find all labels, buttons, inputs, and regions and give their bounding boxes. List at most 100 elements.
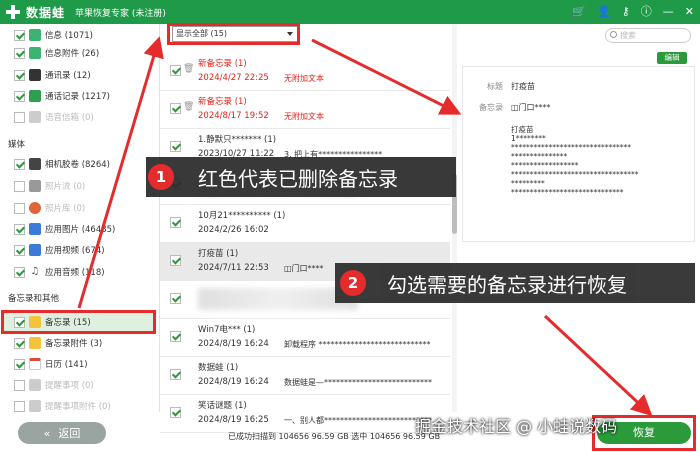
sidebar-item-label: 语音信箱 (0) — [45, 113, 94, 123]
close-icon[interactable]: ✕ — [685, 4, 694, 20]
title-value: 打疫苗 — [511, 82, 535, 91]
memo-list-row[interactable]: 🗑 新备忘录 (1) 2024/4/27 22:25 无附加文本 — [160, 52, 450, 91]
memo-list-row[interactable]: Win7电*** (1) 2024/8/19 16:24 卸载程序 ********… — [160, 318, 450, 357]
sidebar-item-photo-library[interactable]: 照片库 (0) — [14, 199, 156, 217]
checkbox[interactable] — [14, 223, 25, 235]
row-checkbox[interactable] — [170, 369, 181, 380]
reminder-attachment-icon — [29, 400, 41, 412]
cart-icon[interactable]: 🛒 — [572, 4, 586, 20]
sidebar-item-label: 相机胶卷 (8264) — [45, 160, 110, 170]
checkbox[interactable] — [14, 69, 25, 81]
sidebar-item-photo-stream[interactable]: 照片流 (0) — [14, 177, 156, 195]
info-icon[interactable]: ⓘ — [641, 4, 652, 20]
row-checkbox[interactable] — [170, 293, 181, 304]
sidebar-item-camera-roll[interactable]: 相机胶卷 (8264) — [14, 155, 156, 173]
memo-list-row[interactable]: 笑话谜题 (1) 2024/8/19 16:25 一、别人都************… — [160, 394, 450, 433]
sidebar-item-note-attachments[interactable]: 备忘录附件 (3) — [14, 334, 156, 352]
sidebar-item-app-audio[interactable]: ♫ 应用音频 (118) — [14, 263, 156, 281]
back-button[interactable]: « 返回 — [18, 422, 106, 444]
sidebar-item-reminders[interactable]: 提醒事项 (0) — [14, 376, 156, 394]
sidebar-item-message-attachments[interactable]: 信息附件 (26) — [14, 44, 156, 62]
memo-date: 2024/2/26 16:02 — [198, 225, 269, 235]
memo-date: 2024/8/19 16:25 — [198, 415, 269, 425]
highlight-filter-dropdown — [167, 23, 300, 45]
watermark: 掘金技术社区 @ 小蛙说数码 — [415, 417, 618, 436]
title-key: 标题 — [487, 82, 503, 91]
memo-date: 2024/8/19 16:24 — [198, 339, 269, 349]
sidebar-item-contacts[interactable]: 通讯录 (12) — [14, 66, 156, 84]
blurred-content — [198, 288, 358, 310]
checkbox[interactable] — [14, 47, 25, 59]
minimize-icon[interactable]: — — [663, 4, 674, 20]
sidebar-item-calendar[interactable]: 日历 (141) — [14, 355, 156, 373]
edit-button[interactable]: 编辑 — [657, 52, 687, 64]
checkbox[interactable] — [14, 266, 25, 278]
memo-title: 1.静默只******* (1) — [198, 135, 277, 145]
sidebar-item-label: 通话记录 (1217) — [45, 92, 110, 102]
memo-list-panel: 显示全部 (15) 🗑 新备忘录 (1) 2024/4/27 22:25 无附加文本 🗑… — [160, 24, 458, 433]
double-chevron-left-icon: « — [43, 426, 51, 440]
list-scrollbar[interactable] — [452, 24, 457, 412]
sidebar-item-label: 提醒事项附件 (0) — [45, 402, 111, 412]
sidebar-item-app-photos[interactable]: 应用图片 (46435) — [14, 220, 156, 238]
row-checkbox[interactable] — [170, 103, 181, 114]
memo-date: 2024/4/27 22:25 — [198, 73, 269, 83]
photos-icon — [29, 202, 41, 214]
checkbox[interactable] — [14, 29, 25, 41]
step-badge-1: 1 — [148, 164, 174, 190]
row-checkbox[interactable] — [170, 255, 181, 266]
memo-key: 备忘录 — [479, 103, 503, 112]
user-icon[interactable]: 👤 — [597, 4, 611, 20]
checkbox[interactable] — [14, 244, 25, 256]
memo-preview: 数据蛙是—*************************** — [284, 378, 432, 387]
row-checkbox[interactable] — [170, 141, 181, 152]
memo-list-row[interactable]: 10月21********** (1) 2024/2/26 16:02 — [160, 204, 450, 243]
search-input[interactable]: 搜索 — [605, 28, 691, 43]
row-checkbox[interactable] — [170, 331, 181, 342]
checkbox[interactable] — [14, 337, 25, 349]
note-attachment-icon — [29, 337, 41, 349]
photo-stream-icon — [29, 180, 41, 192]
row-checkbox[interactable] — [170, 65, 181, 76]
checkbox[interactable] — [14, 202, 25, 214]
sidebar-item-call-history[interactable]: 通话记录 (1217) — [14, 87, 156, 105]
step-badge-2: 2 — [340, 270, 366, 296]
sidebar-item-voicemail[interactable]: 语音信箱 (0) — [14, 108, 156, 126]
checkbox[interactable] — [14, 379, 25, 391]
contacts-icon — [29, 69, 41, 81]
memo-title: 打疫苗 (1) — [198, 249, 239, 259]
row-checkbox[interactable] — [170, 407, 181, 418]
sidebar-item-label: 备忘录附件 (3) — [45, 339, 103, 349]
memo-list-row[interactable]: 🗑 新备忘录 (1) 2024/8/17 19:52 无附加文本 — [160, 90, 450, 129]
callout-deleted-notes-text: 红色代表已删除备忘录 — [198, 166, 398, 191]
checkbox[interactable] — [14, 358, 25, 370]
checkbox[interactable] — [14, 400, 25, 412]
memo-title: 10月21********** (1) — [198, 211, 286, 221]
callout-deleted-notes: 红色代表已删除备忘录 — [146, 157, 456, 197]
checkbox[interactable] — [14, 180, 25, 192]
memo-preview: 一、别人都*************************** — [284, 416, 432, 425]
app-logo — [6, 5, 20, 19]
app-title: 苹果恢复专家 (未注册) — [75, 8, 166, 19]
memo-title: 新备忘录 (1) — [198, 97, 247, 107]
memo-title: 笑话谜题 (1) — [198, 401, 247, 411]
sidebar-item-label: 照片流 (0) — [45, 182, 86, 192]
row-checkbox[interactable] — [170, 217, 181, 228]
sidebar-item-messages[interactable]: 信息 (1071) — [14, 26, 156, 44]
key-icon[interactable]: ⚷ — [622, 4, 630, 20]
sidebar-item-reminder-attachments[interactable]: 提醒事项附件 (0) — [14, 397, 156, 415]
calendar-icon — [29, 358, 41, 370]
checkbox[interactable] — [14, 158, 25, 170]
memo-date: 2024/7/11 22:53 — [198, 263, 269, 273]
callout-select-notes: 勾选需要的备忘录进行恢复 — [335, 263, 695, 303]
sidebar-item-label: 通讯录 (12) — [45, 71, 91, 81]
memo-list-row[interactable]: 数据蛙 (1) 2024/8/19 16:24 数据蛙是—*************… — [160, 356, 450, 395]
checkbox[interactable] — [14, 90, 25, 102]
memo-body: 打疫苗 1******** **************************… — [511, 125, 639, 197]
voicemail-icon — [29, 111, 41, 123]
sidebar-item-app-videos[interactable]: 应用视频 (674) — [14, 241, 156, 259]
category-sidebar: 信息 (1071) 信息附件 (26) 通讯录 (12) 通话记录 (1217)… — [0, 24, 160, 412]
group-heading-media: 媒体 — [8, 140, 26, 150]
memo-detail-panel: 标题 打疫苗 备忘录 ◫门口**** 打疫苗 1******** *******… — [462, 66, 695, 242]
checkbox[interactable] — [14, 111, 25, 123]
